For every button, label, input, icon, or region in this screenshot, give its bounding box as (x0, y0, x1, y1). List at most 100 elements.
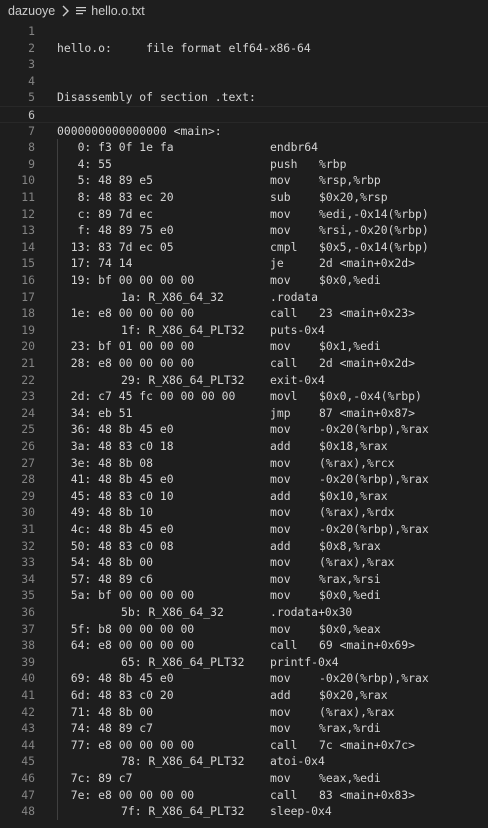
code-line[interactable]: 29 45: 48 83 c0 10 add $0x10,%rax (0, 487, 488, 505)
code-line[interactable]: 36 5b: R_X86_64_32 .rodata+0x30 (0, 604, 488, 621)
line-text: 0000000000000000 <main>: (57, 123, 222, 138)
instruction-operands: 83 <main+0x83> (319, 787, 416, 802)
instruction-mnemonic: mov (270, 571, 291, 586)
line-number: 27 (21, 455, 35, 470)
code-line[interactable]: 34 57: 48 89 c6 mov %rax,%rsi (0, 570, 488, 588)
relocation-entry: 7f: R_X86_64_PLT32 (121, 804, 245, 819)
instruction-operands: $0x0,%edi (319, 273, 381, 287)
instruction-operands: (%rax),%rax (319, 555, 395, 570)
instruction-bytes: 1e: e8 00 00 00 00 (57, 306, 195, 321)
code-line[interactable]: 3 (0, 56, 488, 73)
line-number: 21 (21, 356, 35, 370)
instruction-bytes: 5: 48 89 e5 (57, 173, 154, 188)
instruction-operands: %rax,%rdi (319, 721, 381, 736)
code-line[interactable]: 6 (0, 106, 488, 123)
code-line[interactable]: 7 0000000000000000 <main>: (0, 123, 488, 140)
code-line[interactable]: 38 64: e8 00 00 00 00 call 69 <main+0x69> (0, 637, 488, 654)
code-line[interactable]: 15 17: 74 14 je 2d <main+0x2d> (0, 255, 488, 272)
instruction-mnemonic: mov (270, 522, 291, 536)
code-line[interactable]: 42 71: 48 8b 00 mov (%rax),%rax (0, 703, 488, 721)
relocation-symbol: .rodata (270, 289, 319, 304)
code-line[interactable]: 48 7f: R_X86_64_PLT32 sleep-0x4 (0, 803, 488, 820)
code-line[interactable]: 32 50: 48 83 c0 08 add $0x8,%rax (0, 537, 488, 555)
code-line[interactable]: 2 hello.o: file format elf64-x86-64 (0, 40, 488, 57)
code-line[interactable]: 5 Disassembly of section .text: (0, 89, 488, 106)
instruction-bytes: 2d: c7 45 fc 00 00 00 00 (57, 389, 236, 404)
code-line[interactable]: 39 65: R_X86_64_PLT32 printf-0x4 (0, 653, 488, 671)
instruction-operands: %rsi,-0x20(%rbp) (319, 223, 429, 238)
code-line[interactable]: 17 1a: R_X86_64_32 .rodata (0, 288, 488, 306)
code-line[interactable]: 16 19: bf 00 00 00 00 mov $0x0,%edi (0, 272, 488, 289)
instruction-operands: $0x1,%edi (319, 339, 381, 354)
line-number: 44 (21, 737, 35, 752)
breadcrumb-file[interactable]: hello.o.txt (75, 4, 145, 18)
line-number: 31 (21, 522, 35, 536)
line-text: hello.o: file format elf64-x86-64 (57, 40, 311, 55)
relocation-symbol: exit-0x4 (270, 372, 325, 387)
line-number: 19 (21, 322, 35, 337)
code-line[interactable]: 22 29: R_X86_64_PLT32 exit-0x4 (0, 371, 488, 389)
instruction-operands: $0x20,%rax (319, 688, 388, 702)
code-line[interactable]: 40 69: 48 8b 45 e0 mov -0x20(%rbp),%rax (0, 670, 488, 687)
instruction-operands: 2d <main+0x2d> (319, 256, 416, 271)
code-line[interactable]: 31 4c: 48 8b 45 e0 mov -0x20(%rbp),%rax (0, 521, 488, 538)
code-line[interactable]: 43 74: 48 89 c7 mov %rax,%rdi (0, 720, 488, 737)
code-line[interactable]: 23 2d: c7 45 fc 00 00 00 00 movl $0x0,-0x4… (0, 388, 488, 405)
code-line[interactable]: 20 23: bf 01 00 00 00 mov $0x1,%edi (0, 338, 488, 355)
instruction-operands: $0x10,%rax (319, 488, 388, 503)
instruction-mnemonic: call (270, 787, 298, 802)
code-line[interactable]: 8 0: f3 0f 1e fa endbr64 (0, 139, 488, 156)
code-line[interactable]: 19 1f: R_X86_64_PLT32 puts-0x4 (0, 321, 488, 339)
instruction-mnemonic: mov (270, 555, 291, 570)
editor-text-area[interactable]: 1 2 hello.o: file format elf64-x86-64 3 4 5 Di… (0, 22, 488, 828)
instruction-bytes: 4c: 48 8b 45 e0 (57, 522, 174, 536)
code-line[interactable]: 27 3e: 48 8b 08 mov (%rax),%rcx (0, 454, 488, 472)
relocation-entry: 65: R_X86_64_PLT32 (121, 654, 245, 669)
instruction-operands: $0x20,%rsp (319, 190, 388, 204)
code-line[interactable]: 41 6d: 48 83 c0 20 add $0x20,%rax (0, 687, 488, 704)
line-number: 46 (21, 771, 35, 785)
instruction-mnemonic: add (270, 688, 291, 702)
code-line[interactable]: 33 54: 48 8b 00 mov (%rax),%rax (0, 554, 488, 571)
code-line[interactable]: 45 78: R_X86_64_PLT32 atoi-0x4 (0, 753, 488, 770)
code-line[interactable]: 24 34: eb 51 jmp 87 <main+0x87> (0, 404, 488, 422)
line-number: 5 (28, 90, 35, 105)
code-line[interactable]: 1 (0, 23, 488, 40)
code-line[interactable]: 30 49: 48 8b 10 mov (%rax),%rdx (0, 504, 488, 521)
instruction-bytes: 64: e8 00 00 00 00 (57, 638, 195, 653)
code-line[interactable]: 46 7c: 89 c7 mov %eax,%edi (0, 770, 488, 787)
code-line[interactable]: 12 c: 89 7d ec mov %edi,-0x14(%rbp) (0, 205, 488, 223)
code-line[interactable]: 10 5: 48 89 e5 mov %rsp,%rbp (0, 172, 488, 189)
code-line[interactable]: 26 3a: 48 83 c0 18 add $0x18,%rax (0, 438, 488, 455)
line-number: 29 (21, 488, 35, 503)
instruction-operands: (%rax),%rcx (319, 455, 395, 470)
code-line[interactable]: 37 5f: b8 00 00 00 00 mov $0x0,%eax (0, 620, 488, 638)
line-number: 28 (21, 472, 35, 487)
instruction-operands: -0x20(%rbp),%rax (319, 472, 429, 487)
line-number: 11 (21, 190, 35, 204)
code-line[interactable]: 35 5a: bf 00 00 00 00 mov $0x0,%edi (0, 587, 488, 604)
instruction-operands: $0x8,%rax (319, 538, 381, 553)
instruction-bytes: 41: 48 8b 45 e0 (57, 472, 174, 487)
instruction-operands: $0x0,-0x4(%rbp) (319, 389, 422, 404)
indent-guide (57, 753, 58, 770)
line-number: 3 (28, 57, 35, 72)
code-line[interactable]: 44 77: e8 00 00 00 00 call 7c <main+0x7c> (0, 736, 488, 754)
code-line[interactable]: 11 8: 48 83 ec 20 sub $0x20,%rsp (0, 189, 488, 206)
code-line[interactable]: 13 f: 48 89 75 e0 mov %rsi,-0x20(%rbp) (0, 222, 488, 239)
instruction-mnemonic: mov (270, 588, 291, 603)
code-line[interactable]: 14 13: 83 7d ec 05 cmpl $0x5,-0x14(%rbp) (0, 238, 488, 256)
code-line[interactable]: 28 41: 48 8b 45 e0 mov -0x20(%rbp),%rax (0, 471, 488, 488)
code-line[interactable]: 21 28: e8 00 00 00 00 call 2d <main+0x2d> (0, 355, 488, 372)
code-line[interactable]: 25 36: 48 8b 45 e0 mov -0x20(%rbp),%rax (0, 421, 488, 438)
code-line[interactable]: 47 7e: e8 00 00 00 00 call 83 <main+0x83> (0, 786, 488, 804)
instruction-bytes: 3e: 48 8b 08 (57, 455, 154, 470)
code-line[interactable]: 4 (0, 73, 488, 90)
instruction-mnemonic: add (270, 488, 291, 503)
breadcrumb: dazuoye hello.o.txt (0, 0, 488, 22)
breadcrumb-folder[interactable]: dazuoye (8, 4, 55, 18)
code-line[interactable]: 9 4: 55 push %rbp (0, 155, 488, 173)
instruction-bytes: 19: bf 00 00 00 00 (57, 273, 195, 287)
code-line[interactable]: 18 1e: e8 00 00 00 00 call 23 <main+0x23> (0, 305, 488, 322)
instruction-mnemonic: mov (270, 273, 291, 287)
